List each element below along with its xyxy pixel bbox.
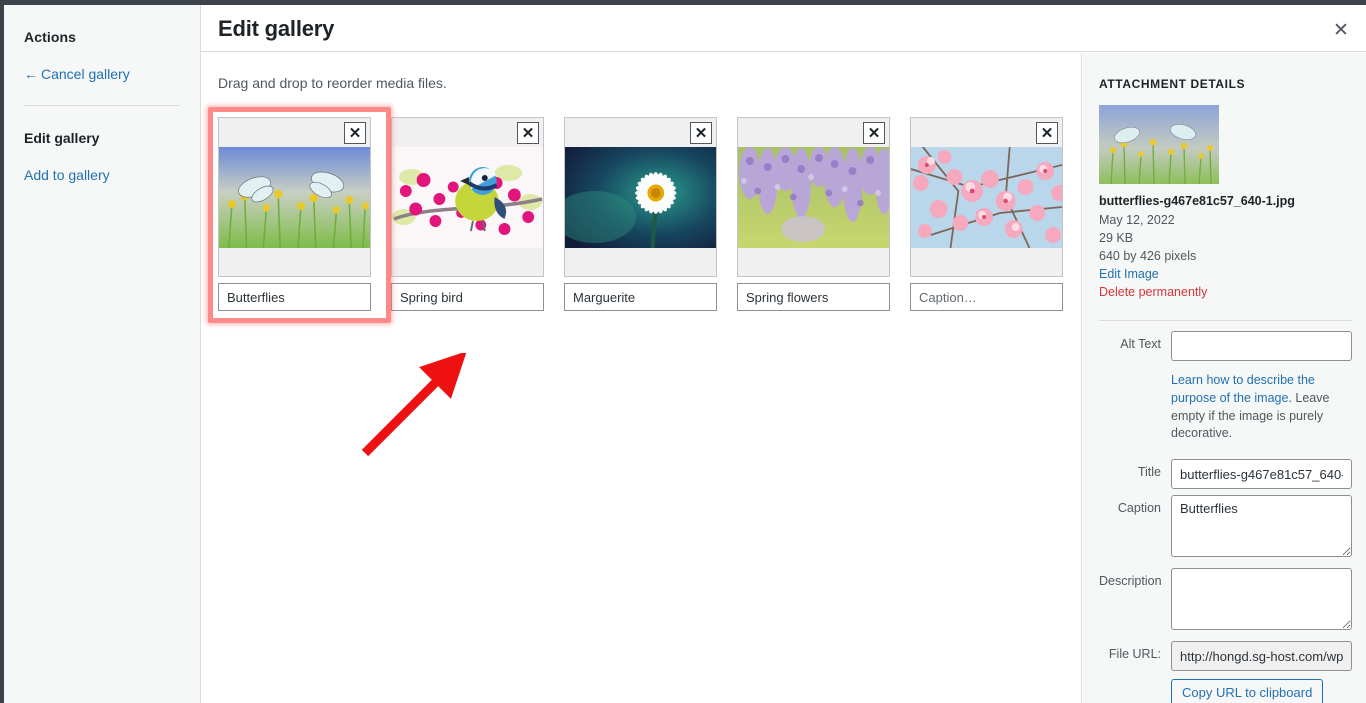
thumbnail-image [219,146,370,248]
gallery-thumbnail[interactable]: ✕ [910,117,1063,277]
alt-text-row: Alt Text [1099,331,1352,361]
edit-gallery-heading: Edit gallery [24,130,100,147]
modal-header: Edit gallery ✕ [201,5,1366,52]
gallery-item: ✕ [737,117,890,311]
page-title: Edit gallery [218,16,335,41]
thumbnail-image [392,146,543,248]
remove-from-gallery-icon[interactable]: ✕ [863,122,885,144]
gallery-caption-input[interactable] [391,283,544,311]
description-textarea[interactable] [1171,568,1352,630]
edit-image-link[interactable]: Edit Image [1099,265,1352,283]
title-row: Title [1099,459,1352,489]
gallery-thumbnail[interactable]: ✕ [737,117,890,277]
attachment-filesize: 29 KB [1099,230,1134,245]
close-icon[interactable]: ✕ [1326,15,1356,45]
thumbnail-image [738,146,889,248]
gallery-caption-input[interactable] [910,283,1063,311]
gallery-caption-input[interactable] [564,283,717,311]
gallery-caption-input[interactable] [737,283,890,311]
annotation-arrow [361,353,467,457]
gallery-item: ✕ [564,117,717,311]
alt-text-input[interactable] [1171,331,1352,361]
copy-url-button[interactable]: Copy URL to clipboard [1171,679,1324,703]
remove-from-gallery-icon[interactable]: ✕ [517,122,539,144]
thumbnail-image [565,146,716,248]
gallery-caption-input[interactable] [218,283,371,311]
alt-text-help: Learn how to describe the purpose of the… [1171,372,1352,443]
gallery-actions-sidebar: Actions ← Cancel gallery Edit gallery Add… [4,5,201,703]
attachment-date: May 12, 2022 [1099,212,1175,227]
sidebar-divider [24,105,180,107]
gallery-main-area: Drag and drop to reorder media files. ✕ … [201,53,1082,703]
thumbnail-image [911,146,1062,248]
remove-from-gallery-icon[interactable]: ✕ [1036,122,1058,144]
caption-row: Caption [1099,495,1352,562]
modal-content: Edit gallery ✕ Drag and drop to reorder … [201,5,1366,703]
gallery-thumbnail-list: ✕ ✕ [208,107,1081,323]
caption-textarea[interactable] [1171,495,1352,557]
description-row: Description [1099,568,1352,635]
file-url-input[interactable] [1171,641,1352,671]
attachment-dimensions: 640 by 426 pixels [1099,249,1197,263]
gallery-thumbnail[interactable]: ✕ [391,117,544,277]
add-to-gallery-link[interactable]: Add to gallery [24,166,180,184]
title-label: Title [1137,465,1161,479]
gallery-item: ✕ [208,107,391,323]
details-divider [1099,320,1352,321]
media-modal-root: Actions ← Cancel gallery Edit gallery Add… [0,0,1366,703]
back-arrow-icon: ← [24,66,38,82]
description-label: Description [1099,574,1162,588]
delete-permanently-link[interactable]: Delete permanently [1099,283,1352,302]
cancel-gallery-link[interactable]: ← Cancel gallery [24,65,180,83]
gallery-item: ✕ [391,117,544,311]
cancel-gallery-label: Cancel gallery [41,66,130,82]
remove-from-gallery-icon[interactable]: ✕ [344,122,366,144]
file-url-label: File URL: [1108,647,1161,661]
caption-label: Caption [1117,501,1161,515]
remove-from-gallery-icon[interactable]: ✕ [690,122,712,144]
alt-text-label: Alt Text [1120,337,1161,351]
actions-heading: Actions [24,29,77,45]
gallery-thumbnail[interactable]: ✕ [218,117,371,277]
gallery-thumbnail[interactable]: ✕ [564,117,717,277]
attachment-details-heading: ATTACHMENT DETAILS [1099,77,1246,91]
file-url-row: File URL: Copy URL to clipboard [1099,641,1352,703]
attachment-preview-thumbnail [1099,105,1219,184]
attachment-details-panel: ATTACHMENT DETAILS butterflies-g467e81c5… [1083,53,1366,703]
title-input[interactable] [1171,459,1352,489]
alt-text-help-row: Learn how to describe the purpose of the… [1099,367,1352,453]
gallery-item: ✕ [910,117,1063,311]
reorder-instruction: Drag and drop to reorder media files. [218,75,447,91]
attachment-filename: butterflies-g467e81c57_640-1.jpg [1099,194,1295,208]
